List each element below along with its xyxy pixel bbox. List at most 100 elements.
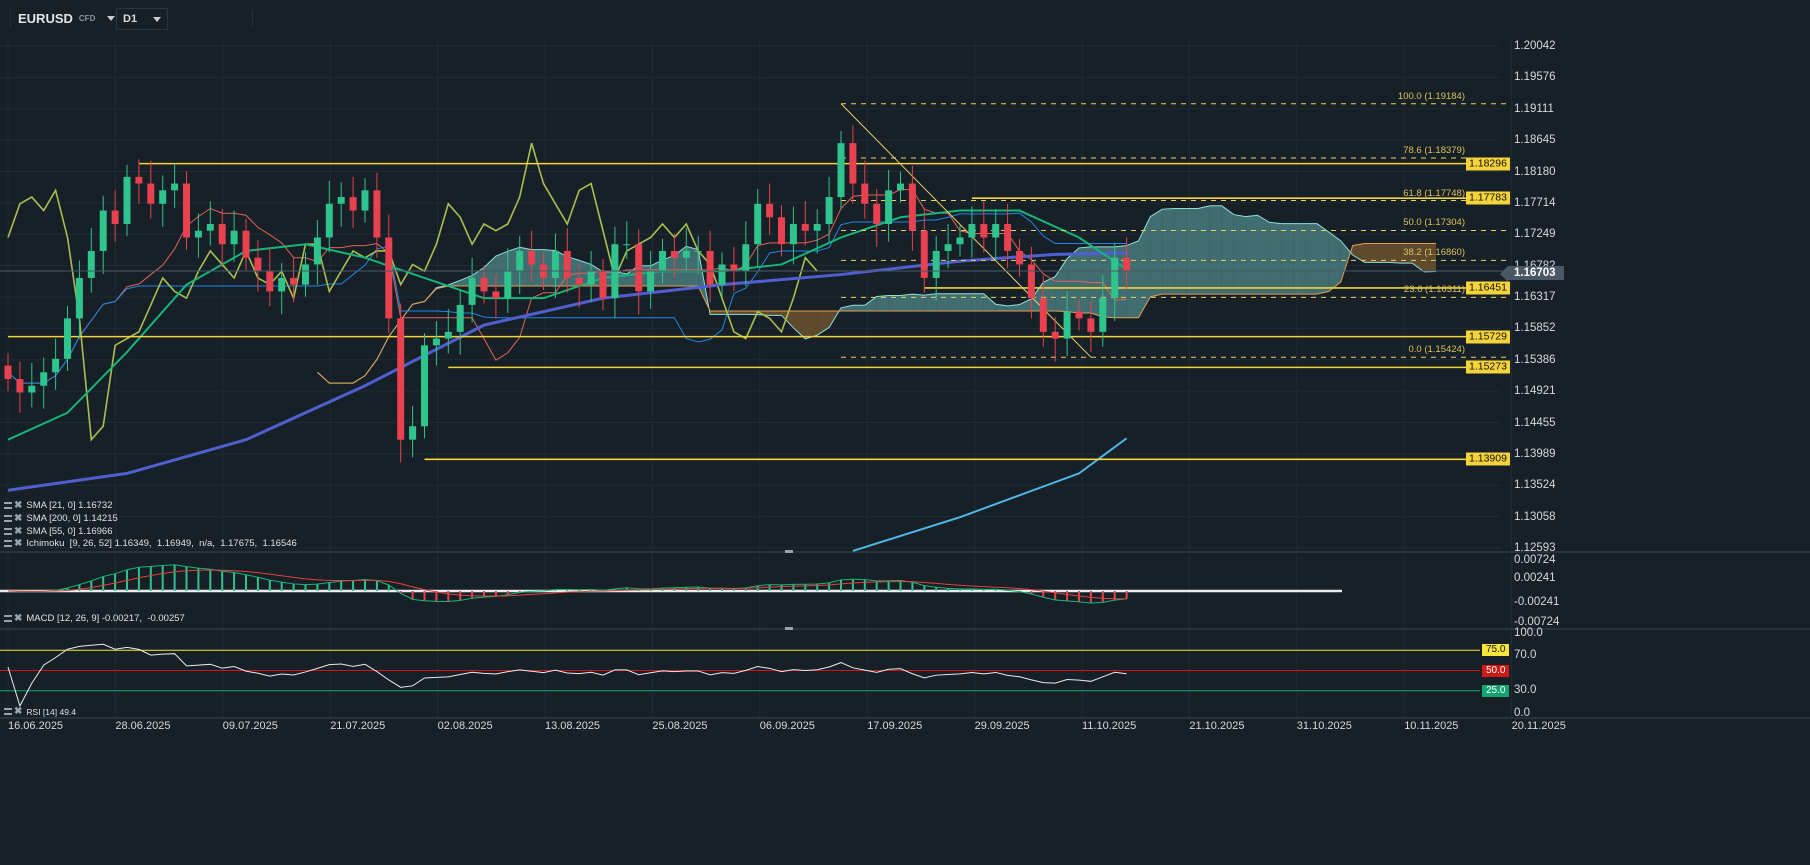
close-icon[interactable]: ✖ (14, 538, 22, 549)
candle (99, 195, 107, 274)
level-price-label: 1.13909 (1466, 452, 1510, 466)
candle-body (897, 183, 904, 191)
legend-rsi: ✖ RSI [14] 49.4 (4, 706, 76, 717)
chart-canvas[interactable] (0, 0, 1810, 865)
settings-icon[interactable] (4, 528, 12, 535)
candle (349, 176, 357, 229)
level-price-label: 1.17783 (1466, 191, 1510, 205)
candle (135, 159, 143, 204)
price-tick-label: 1.13524 (1514, 479, 1556, 492)
candle-body (742, 244, 750, 272)
candle (397, 303, 405, 463)
macd-histogram-bar (221, 571, 224, 591)
macd-histogram-bar (90, 580, 93, 591)
cloud-segment (1221, 205, 1234, 295)
cloud-segment (900, 294, 913, 311)
candle-body (171, 183, 179, 191)
candle (706, 230, 714, 303)
macd-histogram-bar (233, 572, 236, 591)
macd-histogram-bar (1066, 591, 1069, 601)
date-tick-label: 02.08.2025 (437, 720, 493, 732)
macd-histogram-bar (197, 568, 200, 591)
candle-body (1004, 224, 1012, 251)
cloud-segment (936, 293, 949, 311)
macd-histogram-bar (780, 584, 783, 591)
settings-icon[interactable] (4, 615, 12, 622)
cloud-segment (1079, 246, 1091, 313)
settings-icon[interactable] (4, 708, 12, 715)
cloud-segment (805, 310, 818, 339)
macd-histogram-bar (316, 584, 319, 591)
level-price-label: 1.16451 (1466, 281, 1510, 295)
candle-body (694, 250, 702, 252)
close-icon[interactable]: ✖ (14, 706, 22, 717)
candle-body (266, 271, 274, 292)
candle-body (754, 203, 762, 245)
close-icon[interactable]: ✖ (14, 613, 22, 624)
candle-body (159, 190, 167, 204)
settings-icon[interactable] (4, 515, 12, 522)
candle-body (337, 197, 345, 204)
candle (52, 338, 60, 390)
candle (825, 176, 833, 242)
candle-body (230, 230, 238, 245)
chevron-down-icon (107, 15, 116, 21)
candle-body (480, 277, 488, 292)
macd-histogram-bar (137, 567, 140, 591)
symbol-selector[interactable]: EURUSD CFD (18, 8, 116, 28)
candle-body (218, 224, 226, 245)
candle-body (111, 210, 119, 225)
cloud-segment (1162, 208, 1175, 295)
candle (87, 228, 95, 293)
price-tick-label: 1.15386 (1514, 353, 1556, 366)
candle (992, 209, 1000, 261)
candle (75, 260, 83, 339)
timeframe-selector[interactable]: D1 (116, 8, 169, 30)
cloud-segment (710, 310, 722, 315)
date-tick-label: 25.08.2025 (652, 720, 708, 732)
candle-body (1016, 250, 1023, 265)
cloud-segment (1293, 223, 1306, 295)
candle (194, 213, 202, 258)
candle-body (302, 264, 309, 285)
candle-body (730, 264, 738, 272)
fibonacci-level-label: 50.0 (1.17304) (1403, 217, 1465, 229)
candle-body (87, 250, 95, 278)
candle (313, 219, 321, 285)
candle-body (183, 183, 190, 238)
candle (147, 160, 155, 219)
price-tick-label: 1.14921 (1514, 385, 1556, 398)
level-price-label: 1.15273 (1466, 360, 1510, 374)
candle (873, 188, 881, 247)
candle-body (28, 385, 36, 393)
cloud-segment (1317, 223, 1329, 295)
fibonacci-level-label: 0.0 (1.15424) (1408, 344, 1465, 356)
candle-body (492, 291, 500, 299)
candle-body (4, 365, 12, 380)
close-icon[interactable]: ✖ (14, 500, 22, 511)
candle-body (468, 277, 476, 305)
cloud-segment (1198, 205, 1210, 295)
price-tick-label: 1.17714 (1514, 196, 1556, 209)
settings-icon[interactable] (4, 502, 12, 509)
candle-body (349, 197, 357, 211)
macd-histogram-bar (364, 579, 366, 591)
candle-body (254, 257, 262, 272)
candle (897, 171, 904, 203)
close-icon[interactable]: ✖ (14, 513, 22, 524)
candle-body (789, 224, 797, 245)
settings-icon[interactable] (4, 540, 12, 547)
macd-histogram-bar (340, 581, 343, 591)
candle (849, 125, 857, 204)
candle-body (206, 224, 214, 231)
close-icon[interactable]: ✖ (14, 526, 22, 537)
macd-histogram-bar (697, 586, 700, 591)
macd-histogram-bar (1042, 591, 1045, 598)
candle-body (123, 176, 131, 225)
cloud-segment (924, 293, 937, 311)
rsi-level-label: 50.0 (1482, 664, 1510, 677)
date-tick-label: 06.09.2025 (759, 720, 815, 732)
candle-body (801, 224, 809, 231)
price-tick-label: 1.13058 (1514, 510, 1556, 523)
candle-body (956, 237, 964, 245)
